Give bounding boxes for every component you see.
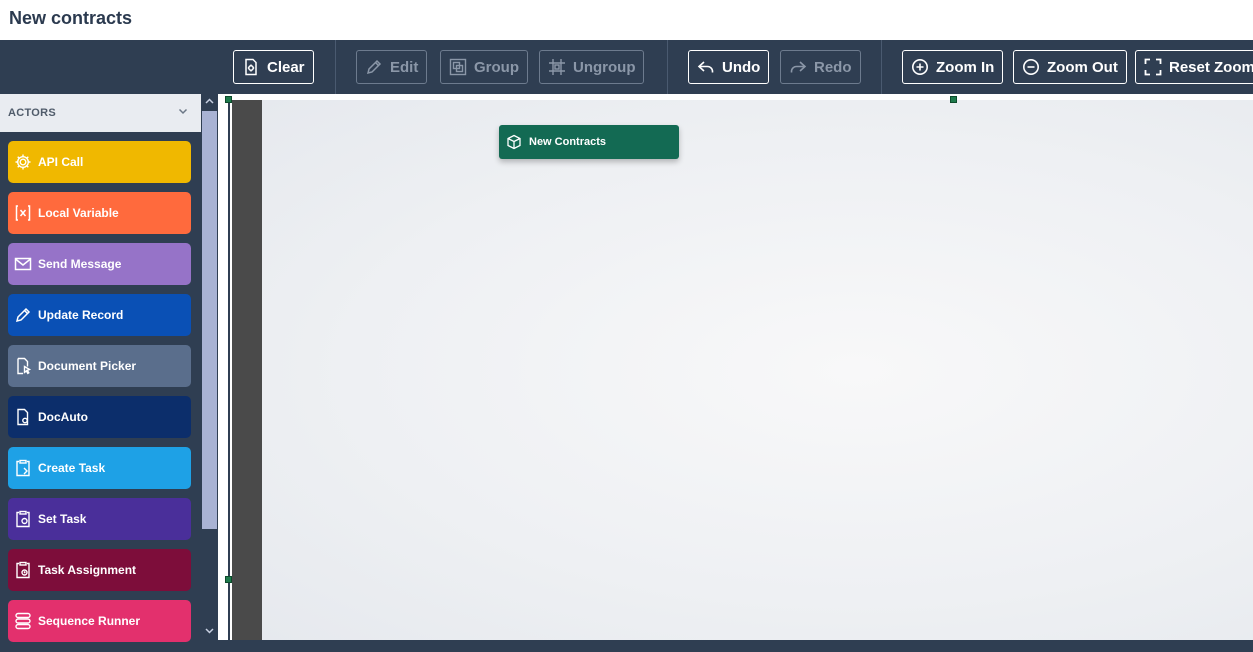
sidebar-scrollbar[interactable] (201, 94, 218, 652)
actor-label: API Call (38, 155, 84, 169)
pencil-icon (366, 59, 382, 75)
toolbar-divider (667, 40, 668, 94)
resize-handle[interactable] (950, 96, 957, 103)
undo-label: Undo (722, 58, 761, 76)
actor-label: Send Message (38, 257, 122, 271)
zoom-in-button[interactable]: Zoom In (902, 50, 1004, 84)
task-assign-icon (13, 560, 33, 580)
group-icon (449, 58, 467, 76)
zoom-out-label: Zoom Out (1047, 58, 1118, 76)
ungroup-label: Ungroup (573, 58, 636, 76)
toolbar: Clear Edit Group Ungroup Undo Redo Zoom … (0, 40, 1253, 94)
gear-icon (13, 152, 33, 172)
toolbar-divider (335, 40, 336, 94)
group-button[interactable]: Group (440, 50, 528, 84)
group-label: Group (474, 58, 519, 76)
actor-send-message[interactable]: Send Message (8, 243, 191, 285)
actors-sidebar: ACTORS API Call Local Variable Send Mess… (0, 94, 201, 652)
actor-local-variable[interactable]: Local Variable (8, 192, 191, 234)
task-icon (13, 458, 33, 478)
actor-label: Document Picker (38, 359, 137, 373)
cube-icon (507, 134, 521, 150)
actor-label: Set Task (38, 512, 87, 526)
actor-task-assignment[interactable]: Task Assignment (8, 549, 191, 591)
undo-button[interactable]: Undo (688, 50, 770, 84)
title-bar: New contracts (0, 0, 1253, 40)
toolbar-divider (881, 40, 882, 94)
scrollbar-thumb[interactable] (202, 111, 217, 529)
ungroup-icon (549, 59, 565, 75)
actor-label: Create Task (38, 461, 106, 475)
redo-button[interactable]: Redo (780, 50, 861, 84)
actor-docauto[interactable]: DocAuto (8, 396, 191, 438)
actor-label: Update Record (38, 308, 124, 322)
chevron-up-icon[interactable] (204, 96, 215, 107)
actor-set-task[interactable]: Set Task (8, 498, 191, 540)
undo-icon (697, 61, 714, 73)
clear-doc-icon (245, 58, 257, 76)
clear-button[interactable]: Clear (233, 50, 314, 84)
actor-update-record[interactable]: Update Record (8, 294, 191, 336)
flow-canvas[interactable] (262, 100, 1253, 640)
reset-zoom-button[interactable]: Reset Zoom (1135, 50, 1253, 84)
bottom-bar (218, 640, 1253, 652)
actors-header-label: ACTORS (8, 107, 57, 119)
actor-create-task[interactable]: Create Task (8, 447, 191, 489)
document-picker-icon (13, 356, 33, 376)
task-gear-icon (13, 509, 33, 529)
redo-label: Redo (814, 58, 852, 76)
reset-zoom-icon (1144, 58, 1162, 76)
zoom-in-label: Zoom In (936, 58, 995, 76)
actor-document-picker[interactable]: Document Picker (8, 345, 191, 387)
selection-line (228, 100, 230, 640)
page-title: New contracts (9, 8, 133, 28)
edit-button[interactable]: Edit (356, 50, 428, 84)
reset-zoom-label: Reset Zoom (1169, 58, 1253, 76)
actors-header[interactable]: ACTORS (0, 94, 201, 132)
variable-icon (13, 203, 33, 223)
envelope-icon (13, 254, 33, 274)
chevron-down-icon[interactable] (177, 105, 189, 117)
canvas-gutter (232, 100, 262, 640)
pencil-icon (13, 305, 33, 325)
actor-sequence-runner[interactable]: Sequence Runner (8, 600, 191, 642)
redo-icon (790, 61, 807, 73)
actor-label: DocAuto (38, 410, 88, 424)
chevron-down-icon[interactable] (204, 625, 215, 636)
zoom-out-button[interactable]: Zoom Out (1013, 50, 1127, 84)
zoom-out-icon (1023, 59, 1039, 75)
flow-node-label: New Contracts (529, 136, 607, 148)
sequence-icon (13, 611, 33, 631)
resize-handle[interactable] (225, 96, 232, 103)
actor-label: Task Assignment (38, 563, 137, 577)
actor-label: Local Variable (38, 206, 119, 220)
flow-node[interactable]: New Contracts (499, 125, 679, 159)
canvas-area (218, 94, 1253, 640)
actor-label: Sequence Runner (38, 614, 141, 628)
edit-label: Edit (390, 58, 419, 76)
zoom-in-icon (912, 59, 928, 75)
doc-gear-icon (13, 407, 33, 427)
ungroup-button[interactable]: Ungroup (539, 50, 645, 84)
actor-api-call[interactable]: API Call (8, 141, 191, 183)
resize-handle[interactable] (225, 576, 232, 583)
clear-label: Clear (267, 58, 305, 76)
